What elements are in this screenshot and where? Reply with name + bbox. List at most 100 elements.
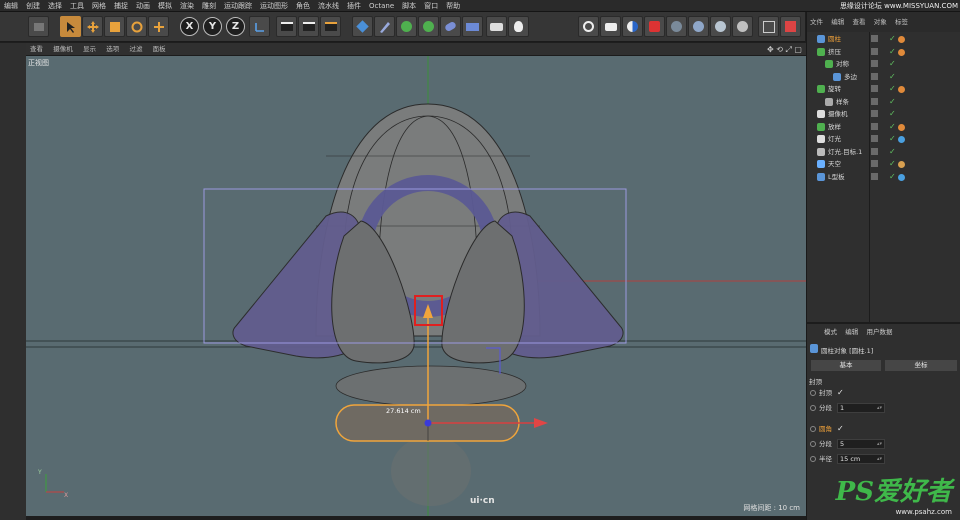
enabled-check-icon[interactable]: ✓	[889, 33, 896, 46]
object-name[interactable]: 天空	[828, 158, 841, 171]
tag-icon[interactable]	[898, 136, 905, 143]
object-name[interactable]: 灯光.目标.1	[828, 146, 862, 159]
gizmo-center[interactable]	[424, 419, 432, 427]
menu-item-11[interactable]: 运动图形	[256, 0, 292, 12]
attr-menu-edit[interactable]: 编辑	[842, 326, 861, 338]
om-menu-object[interactable]: 对象	[871, 12, 890, 32]
pen-spline-icon[interactable]	[374, 16, 395, 37]
enabled-check-icon[interactable]: ✓	[889, 71, 896, 84]
om-menu-tags[interactable]: 标签	[892, 12, 911, 32]
array-icon[interactable]	[418, 16, 439, 37]
octane-camera-icon[interactable]	[644, 16, 665, 37]
diffuse-material-icon[interactable]	[666, 16, 687, 37]
glossy-material-icon[interactable]	[688, 16, 709, 37]
visibility-dots[interactable]	[871, 97, 887, 106]
enabled-check-icon[interactable]: ✓	[889, 96, 896, 109]
object-name[interactable]: 灯光	[828, 133, 841, 146]
cube-primitive-icon[interactable]	[352, 16, 373, 37]
object-name[interactable]: 对称	[836, 58, 849, 71]
visibility-dots[interactable]	[871, 135, 887, 143]
menu-item-1[interactable]: 创建	[22, 0, 44, 12]
viewport-scene[interactable]: Y X	[26, 56, 806, 516]
tab-basic[interactable]: 基本	[811, 360, 881, 371]
menu-item-16[interactable]: 脚本	[398, 0, 420, 12]
enabled-check-icon[interactable]: ✓	[889, 158, 896, 171]
object-row[interactable]: L型板 ✓	[807, 171, 960, 184]
object-row[interactable]: 天空 ✓	[807, 158, 960, 171]
menu-item-15[interactable]: Octane	[365, 0, 398, 12]
enabled-check-icon[interactable]: ✓	[889, 171, 896, 184]
enabled-check-icon[interactable]: ✓	[889, 83, 896, 96]
viewport-menu-display[interactable]: 显示	[79, 43, 100, 56]
octane-settings-icon[interactable]	[600, 16, 621, 37]
mix-material-icon[interactable]	[732, 16, 753, 37]
object-row[interactable]: 旋转 ✓	[807, 83, 960, 96]
light-icon[interactable]	[508, 16, 529, 37]
menu-item-12[interactable]: 角色	[292, 0, 314, 12]
viewport-menu-options[interactable]: 选项	[102, 43, 123, 56]
menu-item-18[interactable]: 帮助	[442, 0, 464, 12]
menu-item-0[interactable]: 编辑	[0, 0, 22, 12]
enabled-check-icon[interactable]: ✓	[889, 146, 896, 159]
menu-item-5[interactable]: 捕捉	[110, 0, 132, 12]
x-gizmo-arrow[interactable]	[534, 418, 548, 428]
attr-number-input[interactable]: 15 cm ▴▾	[837, 454, 885, 464]
rotate-tool-icon[interactable]	[126, 16, 147, 37]
object-row[interactable]: 摄像机 ✓	[807, 108, 960, 121]
deformer-icon[interactable]	[440, 16, 461, 37]
visibility-dots[interactable]	[871, 147, 887, 156]
spinner-arrows-icon[interactable]: ▴▾	[877, 440, 882, 449]
object-name[interactable]: 放样	[828, 121, 841, 134]
menu-item-13[interactable]: 流水线	[314, 0, 343, 12]
front-viewport[interactable]: Y X 正视图 27.614 cm ui·cn 网格间距 : 10 cm	[26, 56, 806, 516]
select-arrow-icon[interactable]	[60, 16, 81, 37]
tab-coordinates[interactable]: 坐标	[885, 360, 957, 371]
object-row[interactable]: 灯光.目标.1 ✓	[807, 146, 960, 159]
coordinate-system-icon[interactable]	[249, 16, 270, 37]
enabled-check-icon[interactable]: ✓	[889, 46, 896, 59]
undo-icon[interactable]	[28, 16, 49, 37]
viewport-menu-panel[interactable]: 面板	[149, 43, 170, 56]
visibility-dots[interactable]	[871, 122, 887, 131]
specular-material-icon[interactable]	[710, 16, 731, 37]
object-name[interactable]: 多边	[844, 71, 857, 84]
animation-radio-icon[interactable]	[810, 426, 816, 432]
menu-item-4[interactable]: 网格	[88, 0, 110, 12]
camera-icon[interactable]	[486, 16, 507, 37]
object-row[interactable]: 灯光 ✓	[807, 133, 960, 146]
visibility-dots[interactable]	[871, 110, 887, 118]
tag-icon[interactable]	[898, 36, 905, 43]
octane-live-viewer-icon[interactable]	[578, 16, 599, 37]
close-render-icon[interactable]	[780, 16, 801, 37]
tag-icon[interactable]	[898, 123, 905, 131]
animation-radio-icon[interactable]	[810, 405, 816, 411]
visibility-dots[interactable]	[871, 172, 887, 181]
animation-radio-icon[interactable]	[810, 390, 816, 396]
viewport-menu-filter[interactable]: 过滤	[125, 43, 146, 56]
animation-radio-icon[interactable]	[810, 441, 816, 447]
enabled-check-icon[interactable]: ✓	[889, 108, 896, 121]
menu-item-10[interactable]: 运动跟踪	[220, 0, 256, 12]
menu-item-17[interactable]: 窗口	[420, 0, 442, 12]
attr-checkbox[interactable]: ✓	[837, 423, 844, 435]
animation-radio-icon[interactable]	[810, 456, 816, 462]
om-menu-edit[interactable]: 编辑	[828, 12, 847, 32]
object-name[interactable]: 圆柱	[828, 33, 841, 46]
enabled-check-icon[interactable]: ✓	[889, 133, 896, 146]
visibility-dots[interactable]	[871, 72, 887, 81]
attr-checkbox[interactable]: ✓	[837, 387, 844, 399]
attr-menu-mode[interactable]: 模式	[821, 326, 840, 338]
attr-number-input[interactable]: 1 ▴▾	[837, 403, 885, 413]
floor-environment-icon[interactable]	[462, 16, 483, 37]
viewport-nav-icons[interactable]: ✥ ⟲ ⤢ ▢	[767, 45, 802, 55]
menu-item-7[interactable]: 模拟	[154, 0, 176, 12]
menu-item-14[interactable]: 插件	[343, 0, 365, 12]
enabled-check-icon[interactable]: ✓	[889, 58, 896, 71]
tag-icon[interactable]	[898, 161, 905, 168]
object-row[interactable]: 样条 ✓	[807, 96, 960, 109]
menu-item-9[interactable]: 雕刻	[198, 0, 220, 12]
menu-item-8[interactable]: 渲染	[176, 0, 198, 12]
octane-material-icon[interactable]	[622, 16, 643, 37]
object-name[interactable]: 旋转	[828, 83, 841, 96]
tag-icon[interactable]	[898, 173, 905, 181]
